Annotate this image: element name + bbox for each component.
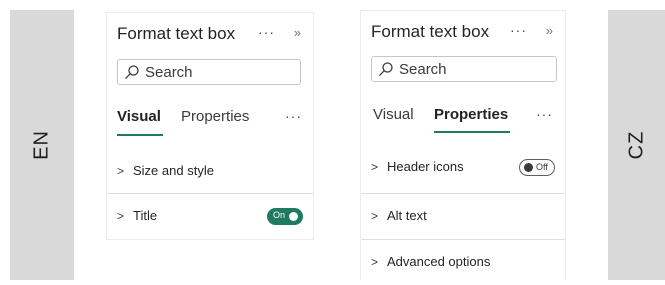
language-band-en: EN bbox=[10, 10, 74, 280]
active-tab-indicator bbox=[117, 134, 163, 136]
toggle-knob bbox=[524, 163, 533, 172]
language-label-en: EN bbox=[30, 130, 53, 160]
tab-properties[interactable]: Properties bbox=[434, 105, 508, 125]
section-advanced-options[interactable]: > Advanced options bbox=[361, 239, 565, 285]
search-input[interactable]: Search bbox=[371, 56, 557, 82]
section-title[interactable]: > Title On bbox=[107, 193, 313, 239]
chevron-right-icon: > bbox=[117, 209, 125, 223]
title-toggle[interactable]: On bbox=[267, 208, 303, 225]
language-band-cz: CZ bbox=[608, 10, 665, 280]
active-tab-indicator bbox=[434, 131, 510, 133]
toggle-state-label: On bbox=[273, 210, 286, 220]
tab-strip: Visual Properties ··· bbox=[117, 107, 305, 137]
toggle-knob bbox=[289, 212, 298, 221]
format-pane-cz: Format text box ··· » Search Visual Prop… bbox=[360, 10, 566, 280]
pane-header: Format text box ··· » bbox=[117, 23, 305, 47]
search-icon bbox=[379, 62, 393, 76]
more-options-icon[interactable]: ··· bbox=[510, 21, 527, 39]
toggle-state-label: Off bbox=[536, 162, 548, 172]
section-label: Advanced options bbox=[387, 254, 491, 269]
expand-pane-icon[interactable]: » bbox=[294, 24, 301, 42]
section-header-icons[interactable]: > Header icons Off bbox=[361, 145, 565, 191]
section-label: Alt text bbox=[387, 208, 427, 223]
tab-more-icon[interactable]: ··· bbox=[536, 105, 553, 123]
section-label: Title bbox=[133, 208, 158, 223]
pane-title: Format text box bbox=[117, 24, 236, 43]
tab-properties[interactable]: Properties bbox=[181, 107, 249, 127]
expand-pane-icon[interactable]: » bbox=[546, 22, 553, 40]
section-label: Size and style bbox=[133, 163, 214, 178]
chevron-right-icon: > bbox=[371, 255, 379, 269]
tab-more-icon[interactable]: ··· bbox=[285, 107, 302, 125]
search-input[interactable]: Search bbox=[117, 59, 301, 85]
pane-header: Format text box ··· » bbox=[371, 21, 557, 45]
header-icons-toggle[interactable]: Off bbox=[519, 159, 555, 176]
tab-strip: Visual Properties ··· bbox=[371, 105, 557, 135]
search-placeholder: Search bbox=[145, 64, 193, 81]
chevron-right-icon: > bbox=[371, 209, 379, 223]
search-placeholder: Search bbox=[399, 61, 447, 78]
tab-visual[interactable]: Visual bbox=[117, 107, 161, 127]
tab-visual[interactable]: Visual bbox=[373, 105, 414, 125]
pane-title: Format text box bbox=[371, 22, 490, 41]
language-label-cz: CZ bbox=[625, 130, 647, 160]
more-options-icon[interactable]: ··· bbox=[258, 23, 275, 41]
section-label: Header icons bbox=[387, 159, 464, 174]
format-pane-en: Format text box ··· » Search Visual Prop… bbox=[106, 12, 314, 240]
chevron-right-icon: > bbox=[371, 160, 379, 174]
section-size-and-style[interactable]: > Size and style bbox=[107, 149, 313, 195]
section-alt-text[interactable]: > Alt text bbox=[361, 193, 565, 239]
search-icon bbox=[125, 65, 139, 79]
chevron-right-icon: > bbox=[117, 164, 125, 178]
